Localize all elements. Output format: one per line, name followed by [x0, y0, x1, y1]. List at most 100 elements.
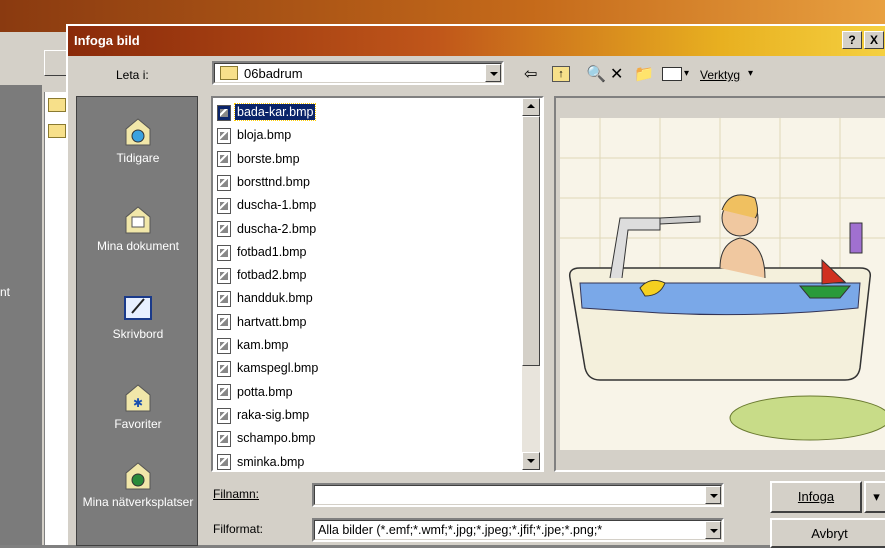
file-item[interactable]: bloja.bmp — [217, 124, 293, 146]
svg-text:✱: ✱ — [133, 396, 143, 410]
fileformat-value: Alla bilder (*.emf;*.wmf;*.jpg;*.jpeg;*.… — [318, 523, 603, 537]
bitmap-file-icon — [217, 244, 231, 261]
bitmap-file-icon — [217, 314, 231, 331]
chevron-down-icon[interactable] — [705, 521, 721, 539]
file-item[interactable]: fotbad1.bmp — [217, 241, 309, 263]
background-left-text: nt — [0, 285, 11, 299]
place-network[interactable]: Mina nätverksplatser — [77, 461, 199, 509]
place-label: Favoriter — [114, 417, 162, 431]
bitmap-file-icon — [217, 454, 231, 470]
favorites-icon: ✱ — [122, 383, 154, 413]
file-item[interactable]: duscha-1.bmp — [217, 194, 318, 216]
file-name: borsttnd.bmp — [237, 174, 310, 189]
file-item[interactable]: sminka.bmp — [217, 451, 306, 470]
folder-icon — [48, 98, 66, 112]
vertical-scrollbar[interactable] — [522, 98, 540, 470]
folder-icon — [220, 66, 238, 80]
places-bar: Tidigare Mina dokument Skrivbord ✱ Favor… — [76, 96, 198, 546]
bitmap-file-icon — [217, 407, 231, 424]
file-item[interactable]: handduk.bmp — [217, 287, 315, 309]
file-list[interactable]: bada-kar.bmp bloja.bmp borste.bmp borsttnd.… — [211, 96, 544, 472]
back-icon[interactable]: ⇦ — [524, 64, 537, 84]
cancel-button[interactable]: Avbryt — [770, 518, 885, 548]
file-name: raka-sig.bmp — [237, 407, 310, 422]
look-in-dropdown[interactable]: 06badrum — [212, 61, 504, 85]
views-icon[interactable] — [662, 67, 682, 81]
help-button[interactable]: ? — [842, 31, 862, 49]
place-label: Mina nätverksplatser — [82, 495, 194, 509]
desktop-icon — [122, 293, 154, 323]
file-name: bada-kar.bmp — [233, 103, 317, 121]
insert-dropdown-button[interactable]: ▾ — [864, 481, 885, 513]
views-dropdown-icon[interactable]: ▾ — [684, 68, 689, 79]
file-item[interactable]: borste.bmp — [217, 148, 302, 170]
file-name: borste.bmp — [237, 151, 300, 166]
tools-menu[interactable]: Verktyg — [700, 68, 740, 82]
file-item[interactable]: duscha-2.bmp — [217, 218, 318, 240]
bitmap-file-icon — [217, 337, 231, 354]
new-folder-icon[interactable]: 📁 — [634, 64, 654, 84]
delete-icon[interactable]: ✕ — [610, 64, 623, 84]
bitmap-file-icon — [217, 221, 231, 238]
place-label: Tidigare — [116, 151, 160, 165]
bitmap-file-icon — [217, 291, 231, 308]
file-name: fotbad1.bmp — [237, 244, 307, 259]
place-favorites[interactable]: ✱ Favoriter — [77, 383, 199, 431]
file-item[interactable]: potta.bmp — [217, 381, 295, 403]
up-folder-icon[interactable]: ↑ — [552, 66, 570, 82]
file-name: bloja.bmp — [237, 128, 292, 143]
search-web-icon[interactable]: 🔍 — [586, 64, 606, 84]
fileformat-label: Filformat: — [213, 522, 264, 536]
file-name: schampo.bmp — [237, 431, 316, 446]
close-button[interactable]: X — [864, 31, 884, 49]
bitmap-file-icon — [217, 384, 231, 401]
bitmap-file-icon — [217, 174, 231, 191]
file-item[interactable]: fotbad2.bmp — [217, 264, 309, 286]
file-name: hartvatt.bmp — [237, 314, 307, 329]
file-name: fotbad2.bmp — [237, 268, 307, 283]
recent-icon — [122, 117, 154, 147]
background-left-panel — [0, 85, 42, 545]
chevron-down-icon[interactable] — [705, 486, 721, 504]
image-preview — [554, 96, 885, 472]
bitmap-file-icon — [217, 128, 231, 144]
network-icon — [122, 461, 154, 491]
my-documents-icon — [122, 205, 154, 235]
scroll-down-button[interactable] — [522, 452, 540, 470]
place-label: Skrivbord — [112, 327, 164, 341]
look-in-label: Leta i: — [116, 68, 149, 82]
chevron-down-icon[interactable] — [485, 64, 501, 82]
file-item[interactable]: raka-sig.bmp — [217, 404, 311, 426]
file-item[interactable]: kamspegl.bmp — [217, 357, 320, 379]
file-item[interactable]: kam.bmp — [217, 334, 290, 356]
bitmap-file-icon — [217, 104, 231, 121]
file-name: duscha-2.bmp — [237, 221, 317, 236]
bitmap-file-icon — [217, 151, 231, 168]
file-item[interactable]: borsttnd.bmp — [217, 171, 312, 193]
fileformat-dropdown[interactable]: Alla bilder (*.emf;*.wmf;*.jpg;*.jpeg;*.… — [312, 518, 724, 542]
insert-button[interactable]: Infoga — [770, 481, 862, 513]
place-label: Mina dokument — [96, 239, 180, 253]
file-item[interactable]: schampo.bmp — [217, 427, 318, 449]
place-my-documents[interactable]: Mina dokument — [77, 205, 199, 253]
file-name: potta.bmp — [237, 384, 293, 399]
file-item[interactable]: hartvatt.bmp — [217, 311, 308, 333]
bitmap-file-icon — [217, 197, 231, 214]
scroll-thumb[interactable] — [522, 116, 540, 366]
file-name: sminka.bmp — [237, 454, 305, 469]
place-desktop[interactable]: Skrivbord — [77, 293, 199, 341]
file-item[interactable]: bada-kar.bmp — [217, 101, 317, 123]
dialog-titlebar: Infoga bild ? X — [68, 26, 885, 56]
place-recent[interactable]: Tidigare — [77, 117, 199, 165]
insert-picture-dialog: Infoga bild ? X Leta i: 06badrum ⇦ ↑ 🔍 ✕… — [66, 24, 885, 548]
file-name: duscha-1.bmp — [237, 198, 317, 213]
file-name: handduk.bmp — [237, 291, 313, 306]
scroll-up-button[interactable] — [522, 98, 540, 116]
folder-icon — [48, 124, 66, 138]
filename-input[interactable] — [312, 483, 724, 507]
look-in-value: 06badrum — [244, 66, 303, 81]
tools-dropdown-icon[interactable]: ▾ — [748, 68, 753, 79]
file-name: kam.bmp — [237, 338, 289, 352]
bitmap-file-icon — [217, 361, 231, 377]
bitmap-file-icon — [217, 267, 231, 284]
